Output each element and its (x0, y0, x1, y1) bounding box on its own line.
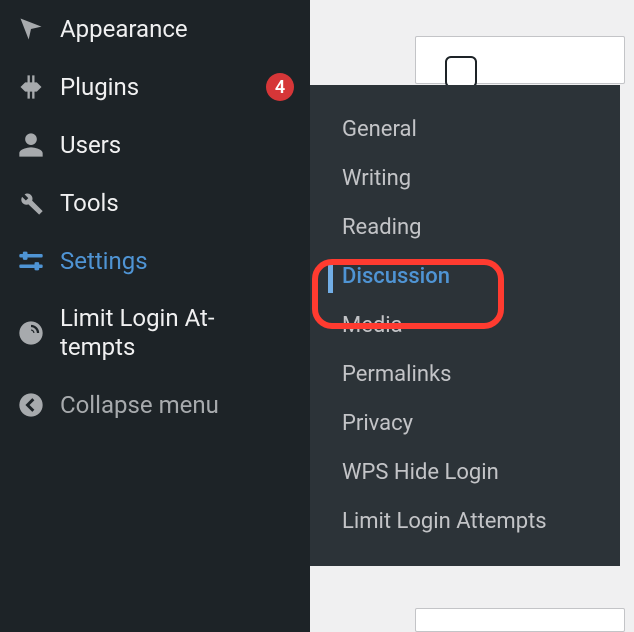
appearance-icon (16, 14, 46, 44)
submenu-item-general[interactable]: General (310, 105, 620, 154)
checkbox-control[interactable] (445, 56, 477, 88)
sidebar-item-plugins[interactable]: Plugins 4 (0, 58, 310, 116)
submenu-item-label: General (342, 117, 417, 142)
sidebar-item-appearance[interactable]: Appearance (0, 0, 310, 58)
submenu-item-label: Writing (342, 166, 411, 191)
sidebar-item-label: Tools (60, 189, 294, 217)
submenu-item-label: WPS Hide Login (342, 460, 499, 485)
sidebar-item-label: Limit Login At-tempts (60, 304, 294, 362)
settings-card-lower (415, 608, 625, 632)
submenu-item-label: Permalinks (342, 362, 451, 387)
settings-submenu: General Writing Reading Discussion Media… (310, 85, 620, 566)
plugins-icon (16, 72, 46, 102)
users-icon (16, 130, 46, 160)
submenu-item-limit-login-attempts[interactable]: Limit Login Attempts (310, 497, 620, 546)
sidebar-item-label: Settings (60, 247, 294, 275)
submenu-item-writing[interactable]: Writing (310, 154, 620, 203)
submenu-item-discussion[interactable]: Discussion (310, 252, 620, 301)
submenu-item-label: Discussion (342, 264, 450, 289)
sidebar-item-limit-login[interactable]: Limit Login At-tempts (0, 290, 310, 376)
plugins-update-badge: 4 (266, 73, 294, 101)
limit-login-icon (16, 318, 46, 348)
submenu-item-wps-hide-login[interactable]: WPS Hide Login (310, 448, 620, 497)
submenu-item-privacy[interactable]: Privacy (310, 399, 620, 448)
collapse-icon (16, 390, 46, 420)
sidebar-item-label: Appearance (60, 15, 294, 43)
submenu-item-label: Media (342, 313, 403, 338)
submenu-item-label: Reading (342, 215, 421, 240)
admin-sidebar: Appearance Plugins 4 Users Tools Setting… (0, 0, 310, 632)
sidebar-item-label: Collapse menu (60, 391, 294, 419)
sidebar-collapse-menu[interactable]: Collapse menu (0, 376, 310, 434)
settings-icon (16, 246, 46, 276)
sidebar-item-label: Plugins (60, 73, 246, 101)
submenu-item-label: Limit Login Attempts (342, 509, 547, 534)
submenu-item-permalinks[interactable]: Permalinks (310, 350, 620, 399)
submenu-item-media[interactable]: Media (310, 301, 620, 350)
tools-icon (16, 188, 46, 218)
submenu-item-label: Privacy (342, 411, 413, 436)
submenu-item-reading[interactable]: Reading (310, 203, 620, 252)
sidebar-item-users[interactable]: Users (0, 116, 310, 174)
sidebar-item-label: Users (60, 131, 294, 159)
sidebar-item-settings[interactable]: Settings (0, 232, 310, 290)
sidebar-item-tools[interactable]: Tools (0, 174, 310, 232)
